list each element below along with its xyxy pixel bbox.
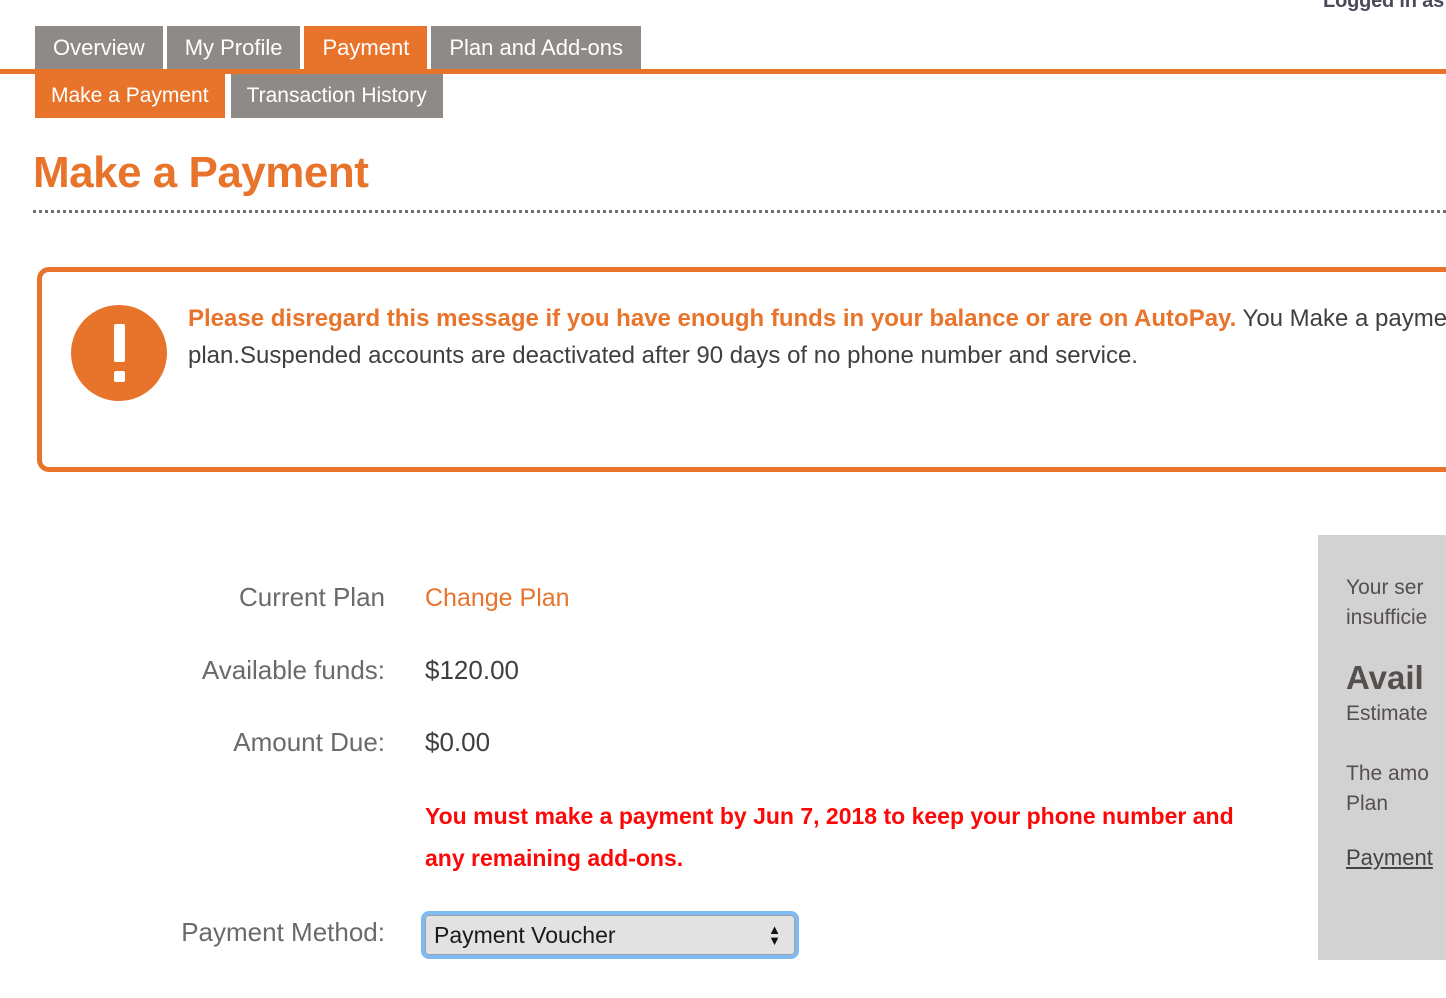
subtab-transaction-history[interactable]: Transaction History <box>230 74 443 118</box>
payment-method-label: Payment Method: <box>181 917 385 947</box>
page-title: Make a Payment <box>33 148 369 197</box>
side-panel-intro-line1: Your ser <box>1346 576 1424 599</box>
tab-payment[interactable]: Payment <box>304 26 428 70</box>
subtab-make-a-payment[interactable]: Make a Payment <box>35 74 225 118</box>
row-payment-method: Payment Method: Payment Voucher ▲ ▼ <box>0 911 1290 959</box>
side-panel-heading: Avail <box>1346 659 1424 696</box>
alert-banner: Please disregard this message if you hav… <box>37 267 1446 472</box>
alert-bold-text: Please disregard this message if you hav… <box>188 305 1237 332</box>
logged-in-bar: Logged in as <box>0 0 1446 16</box>
payment-method-select-wrapper[interactable]: Payment Voucher ▲ ▼ <box>421 911 799 959</box>
primary-tab-bar: Overview My Profile Payment Plan and Add… <box>35 26 645 70</box>
title-divider <box>33 210 1446 213</box>
amount-due-value: $0.00 <box>425 727 491 757</box>
side-panel-note-line2: Plan <box>1346 792 1389 815</box>
row-amount-due: Amount Due: $0.00 <box>0 723 1290 761</box>
available-funds-label: Available funds: <box>201 655 385 685</box>
tab-my-profile[interactable]: My Profile <box>166 26 301 70</box>
side-panel-intro-line2: insufficie <box>1346 606 1428 629</box>
side-panel-note: The amo Plan <box>1346 759 1446 819</box>
amount-due-label: Amount Due: <box>233 727 385 757</box>
available-funds-value: $120.00 <box>425 655 519 685</box>
payment-form: Current Plan Change Plan Available funds… <box>0 578 1290 989</box>
side-panel-subheading: Estimate <box>1346 702 1428 725</box>
change-plan-link[interactable]: Change Plan <box>425 584 570 612</box>
current-plan-value: Change Plan <box>425 578 570 617</box>
logged-in-label: Logged in as <box>1323 0 1444 12</box>
side-panel-intro: Your ser insufficie <box>1346 573 1446 633</box>
row-payment-warning: You must make a payment by Jun 7, 2018 t… <box>0 795 1290 879</box>
side-panel-note-line1: The amo <box>1346 762 1429 785</box>
secondary-tab-bar: Make a Payment Transaction History <box>35 74 449 118</box>
current-plan-label: Current Plan <box>239 582 385 612</box>
row-current-plan: Current Plan Change Plan <box>0 578 1290 617</box>
payment-deadline-warning: You must make a payment by Jun 7, 2018 t… <box>425 803 1234 871</box>
tab-overview[interactable]: Overview <box>35 26 163 70</box>
info-side-panel: Your ser insufficie Avail Estimate The a… <box>1318 535 1446 960</box>
exclamation-icon <box>71 305 167 401</box>
side-panel-payment-link[interactable]: Payment <box>1346 845 1433 871</box>
alert-message: Please disregard this message if you hav… <box>188 300 1446 374</box>
tab-plan-and-add-ons[interactable]: Plan and Add-ons <box>431 26 642 70</box>
payment-method-select[interactable]: Payment Voucher <box>421 911 799 959</box>
row-available-funds: Available funds: $120.00 <box>0 651 1290 689</box>
